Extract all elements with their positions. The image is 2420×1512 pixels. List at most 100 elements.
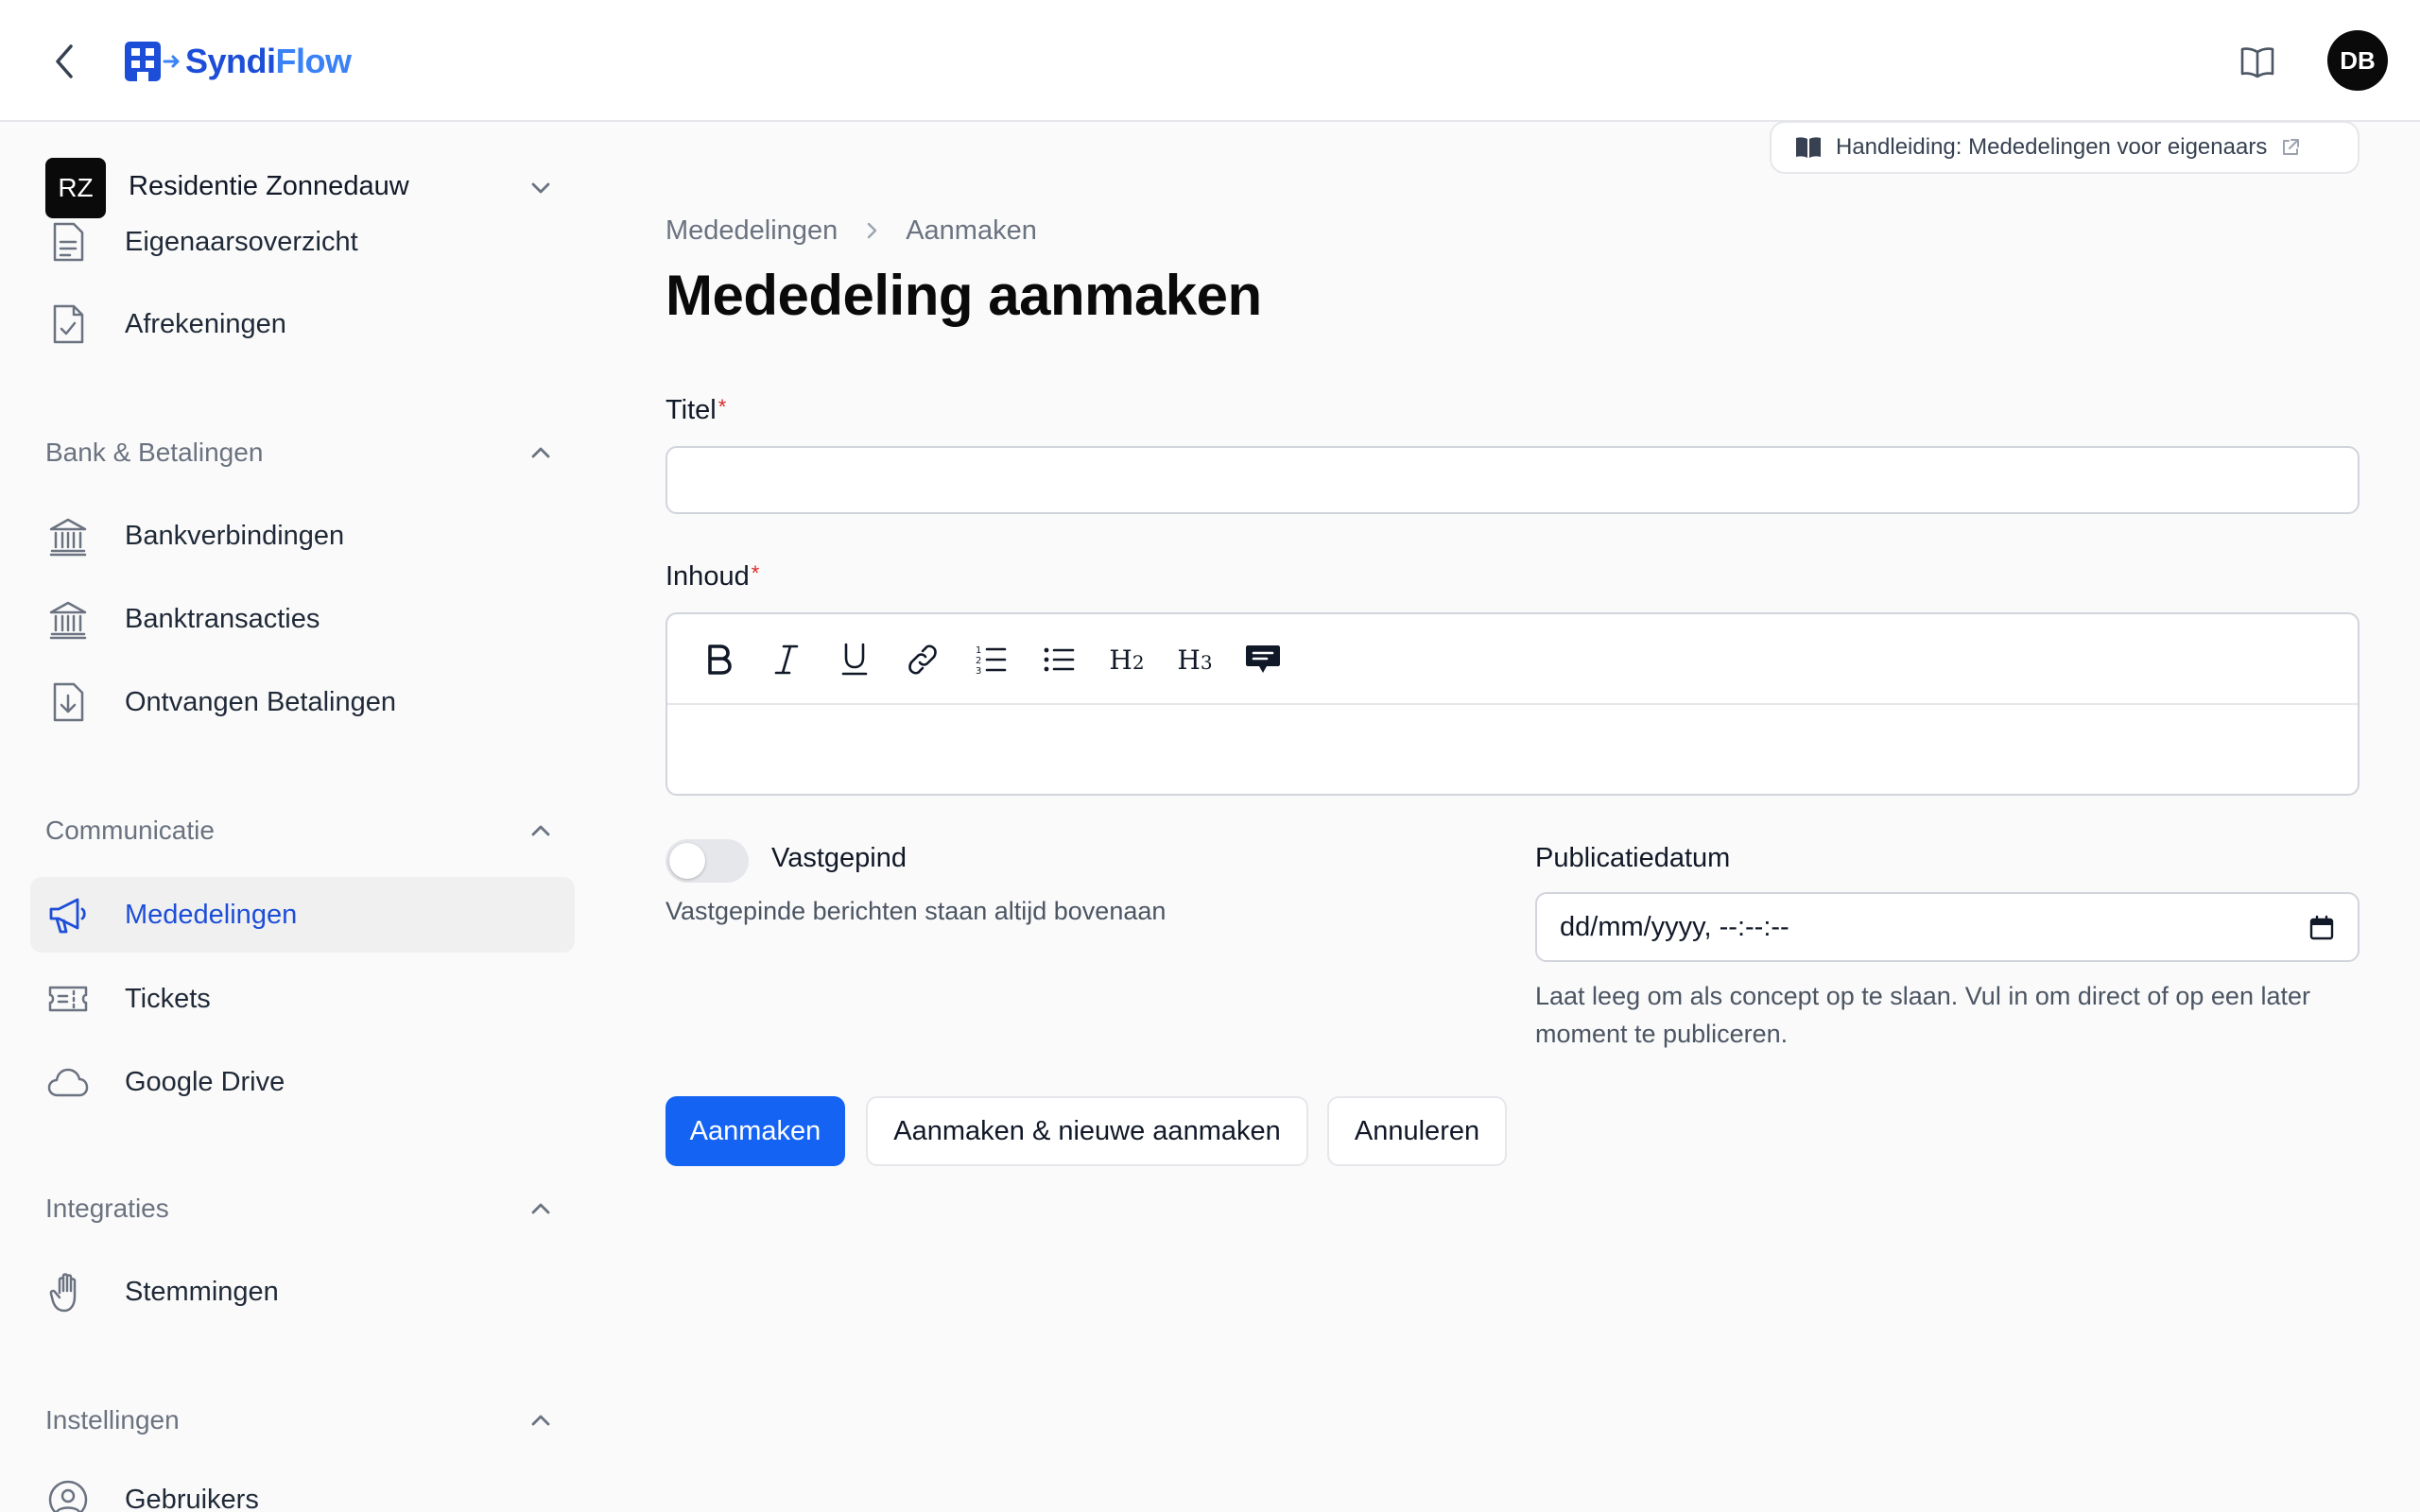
building-logo-icon bbox=[125, 42, 180, 81]
sidebar-item-label: Tickets bbox=[125, 983, 211, 1014]
page-title: Mededeling aanmaken bbox=[666, 264, 1262, 327]
document-download-icon bbox=[47, 681, 89, 723]
sidebar-item-label: Stemmingen bbox=[125, 1276, 279, 1307]
svg-text:1: 1 bbox=[976, 645, 981, 656]
sidebar-item-stemmingen[interactable]: Stemmingen bbox=[30, 1254, 575, 1330]
sidebar-item-label: Mededelingen bbox=[125, 899, 298, 930]
chevron-left-icon bbox=[56, 44, 73, 78]
ticket-icon bbox=[47, 978, 89, 1020]
cloud-icon bbox=[47, 1061, 89, 1103]
group-header-communicatie[interactable]: Communicatie bbox=[30, 802, 575, 859]
document-check-icon bbox=[47, 303, 89, 345]
sidebar-item-label: Google Drive bbox=[125, 1066, 285, 1097]
sidebar-item-mededelingen[interactable]: Mededelingen bbox=[30, 877, 575, 953]
editor-content-area[interactable] bbox=[667, 707, 2358, 794]
bank-icon bbox=[47, 598, 89, 640]
group-header-instellingen[interactable]: Instellingen bbox=[30, 1392, 575, 1449]
title-input[interactable] bbox=[666, 446, 2360, 514]
create-another-button[interactable]: Aanmaken & nieuwe aanmaken bbox=[866, 1096, 1308, 1166]
book-open-icon bbox=[2240, 47, 2274, 78]
editor-toolbar: 123 H2 H3 bbox=[667, 614, 2358, 705]
sidebar-nav[interactable]: Eigenaarsoverzicht Afrekeningen Bank & B… bbox=[0, 124, 586, 1512]
top-bar: SyndiFlow DB bbox=[0, 0, 2420, 122]
sidebar: Eigenaarsoverzicht Afrekeningen Bank & B… bbox=[0, 124, 586, 1512]
chevron-up-icon bbox=[531, 1415, 550, 1426]
bank-icon bbox=[47, 515, 89, 557]
create-button[interactable]: Aanmaken bbox=[666, 1096, 845, 1166]
group-label: Integraties bbox=[45, 1194, 169, 1223]
ordered-list-icon: 123 bbox=[976, 645, 1007, 677]
heading-2-icon: H2 bbox=[1109, 644, 1145, 676]
underline-icon bbox=[841, 643, 868, 676]
external-link-icon bbox=[2280, 136, 2303, 159]
italic-button[interactable] bbox=[764, 637, 809, 682]
breadcrumb-item-mededelingen[interactable]: Mededelingen bbox=[666, 215, 838, 247]
comment-button[interactable] bbox=[1240, 637, 1286, 682]
heading-2-button[interactable]: H2 bbox=[1104, 637, 1150, 682]
svg-text:3: 3 bbox=[976, 666, 981, 677]
pubdate-field-label: Publicatiedatum bbox=[1535, 843, 1731, 873]
tenant-badge: RZ bbox=[45, 158, 106, 218]
title-field-label: Titel* bbox=[666, 395, 727, 425]
manual-link-label: Handleiding: Mededelingen voor eigenaars bbox=[1836, 134, 2268, 160]
pinned-label: Vastgepind bbox=[771, 843, 907, 873]
group-header-integraties[interactable]: Integraties bbox=[30, 1180, 575, 1237]
group-header-bank-betalingen[interactable]: Bank & Betalingen bbox=[30, 424, 575, 481]
pubdate-input[interactable]: dd/mm/yyyy, --:--:-- bbox=[1535, 892, 2360, 962]
book-open-icon bbox=[1794, 133, 1823, 162]
user-circle-icon bbox=[47, 1479, 89, 1512]
link-button[interactable] bbox=[900, 637, 945, 682]
chevron-right-icon bbox=[856, 215, 887, 246]
chevron-up-icon bbox=[531, 1203, 550, 1214]
megaphone-icon bbox=[47, 894, 89, 936]
chevron-up-icon bbox=[531, 447, 550, 458]
ordered-list-button[interactable]: 123 bbox=[968, 637, 1013, 682]
bullet-list-icon bbox=[1044, 647, 1075, 672]
app-logo[interactable]: SyndiFlow bbox=[123, 38, 352, 85]
group-label: Communicatie bbox=[45, 816, 215, 845]
chevron-down-icon bbox=[531, 182, 550, 194]
required-marker: * bbox=[717, 395, 727, 419]
back-button[interactable] bbox=[43, 38, 85, 85]
pinned-toggle[interactable] bbox=[666, 839, 749, 883]
chevron-up-icon bbox=[531, 825, 550, 836]
heading-3-icon: H3 bbox=[1177, 644, 1213, 676]
svg-text:2: 2 bbox=[976, 656, 981, 666]
rich-text-editor: 123 H2 H3 bbox=[666, 612, 2360, 796]
bold-icon bbox=[708, 644, 732, 675]
sidebar-item-afrekeningen[interactable]: Afrekeningen bbox=[30, 286, 575, 362]
sidebar-item-label: Eigenaarsoverzicht bbox=[125, 226, 358, 257]
hand-icon bbox=[47, 1271, 89, 1313]
sidebar-item-label: Afrekeningen bbox=[125, 308, 286, 339]
sidebar-item-label: Ontvangen Betalingen bbox=[125, 686, 396, 717]
documentation-button[interactable] bbox=[2235, 40, 2280, 85]
group-label: Bank & Betalingen bbox=[45, 438, 264, 467]
group-label: Instellingen bbox=[45, 1405, 180, 1435]
sidebar-item-gebruikers[interactable]: Gebruikers bbox=[30, 1462, 575, 1512]
toggle-knob bbox=[669, 843, 705, 879]
heading-3-button[interactable]: H3 bbox=[1172, 637, 1218, 682]
sidebar-item-google-drive[interactable]: Google Drive bbox=[30, 1044, 575, 1120]
bold-button[interactable] bbox=[696, 637, 741, 682]
sidebar-item-label: Gebruikers bbox=[125, 1484, 259, 1512]
sidebar-item-ontvangen-betalingen[interactable]: Ontvangen Betalingen bbox=[30, 664, 575, 740]
calendar-icon[interactable] bbox=[2305, 911, 2339, 945]
document-list-icon bbox=[47, 221, 89, 263]
bullet-list-button[interactable] bbox=[1036, 637, 1081, 682]
breadcrumb: Mededelingen Aanmaken bbox=[666, 212, 1037, 249]
breadcrumb-item-aanmaken: Aanmaken bbox=[906, 215, 1037, 246]
cancel-button[interactable]: Annuleren bbox=[1327, 1096, 1507, 1166]
app-logo-text: SyndiFlow bbox=[185, 42, 352, 80]
manual-link[interactable]: Handleiding: Mededelingen voor eigenaars bbox=[1770, 121, 2360, 174]
underline-button[interactable] bbox=[832, 637, 877, 682]
content-field-label: Inhoud* bbox=[666, 561, 760, 592]
sidebar-item-label: Banktransacties bbox=[125, 603, 320, 634]
sidebar-item-bankverbindingen[interactable]: Bankverbindingen bbox=[30, 498, 575, 574]
sidebar-item-label: Bankverbindingen bbox=[125, 520, 345, 551]
user-avatar[interactable]: DB bbox=[2327, 30, 2388, 91]
sidebar-item-tickets[interactable]: Tickets bbox=[30, 961, 575, 1037]
comment-icon bbox=[1246, 645, 1280, 673]
italic-icon bbox=[774, 644, 799, 675]
sidebar-item-banktransacties[interactable]: Banktransacties bbox=[30, 581, 575, 657]
tenant-switcher[interactable]: RZ Residentie Zonnedauw bbox=[0, 124, 586, 218]
